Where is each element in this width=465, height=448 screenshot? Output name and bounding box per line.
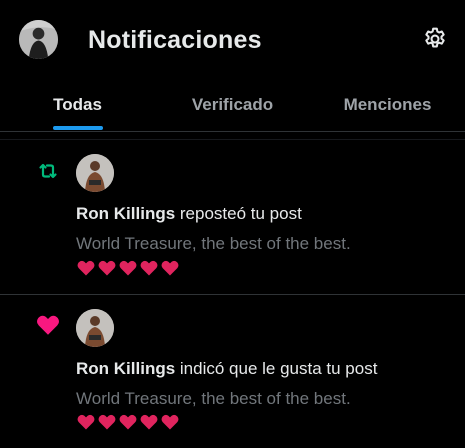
heart-icon [161, 260, 179, 276]
notification-item[interactable]: Ron Killings indicó que le gusta tu post… [0, 295, 465, 448]
heart-icon [161, 414, 179, 430]
heart-icon [77, 414, 95, 430]
notification-text: Ron Killings reposteó tu post [76, 204, 302, 224]
heart-icon [140, 414, 158, 430]
heart-icon [119, 260, 137, 276]
tab-bar: Todas Verificado Menciones [0, 80, 465, 132]
page-title: Notificaciones [88, 26, 262, 54]
repost-icon [33, 156, 63, 186]
avatar[interactable] [76, 309, 114, 347]
tab-verificado[interactable]: Verificado [155, 80, 310, 132]
tab-menciones[interactable]: Menciones [310, 80, 465, 132]
heart-icon [33, 310, 63, 340]
heart-icon [119, 414, 137, 430]
post-emoji-row [76, 258, 180, 278]
heart-icon [77, 260, 95, 276]
heart-icon [98, 260, 116, 276]
active-tab-indicator [53, 126, 103, 130]
user-name[interactable]: Ron Killings [76, 204, 175, 223]
gear-icon [425, 27, 445, 48]
profile-avatar[interactable] [19, 20, 58, 59]
post-emoji-row [76, 412, 180, 432]
post-text: World Treasure, the best of the best. [76, 234, 351, 253]
top-bar: Notificaciones [0, 0, 465, 80]
tab-divider [0, 131, 465, 132]
action-text: indicó que le gusta tu post [175, 359, 378, 378]
notification-item[interactable]: Ron Killings reposteó tu post World Trea… [0, 140, 465, 294]
user-name[interactable]: Ron Killings [76, 359, 175, 378]
tab-todas[interactable]: Todas [0, 80, 155, 132]
post-text: World Treasure, the best of the best. [76, 389, 351, 408]
heart-icon [98, 414, 116, 430]
notification-text: Ron Killings indicó que le gusta tu post [76, 359, 377, 379]
settings-button[interactable] [420, 24, 450, 54]
heart-icon [140, 260, 158, 276]
action-text: reposteó tu post [175, 204, 302, 223]
avatar[interactable] [76, 154, 114, 192]
